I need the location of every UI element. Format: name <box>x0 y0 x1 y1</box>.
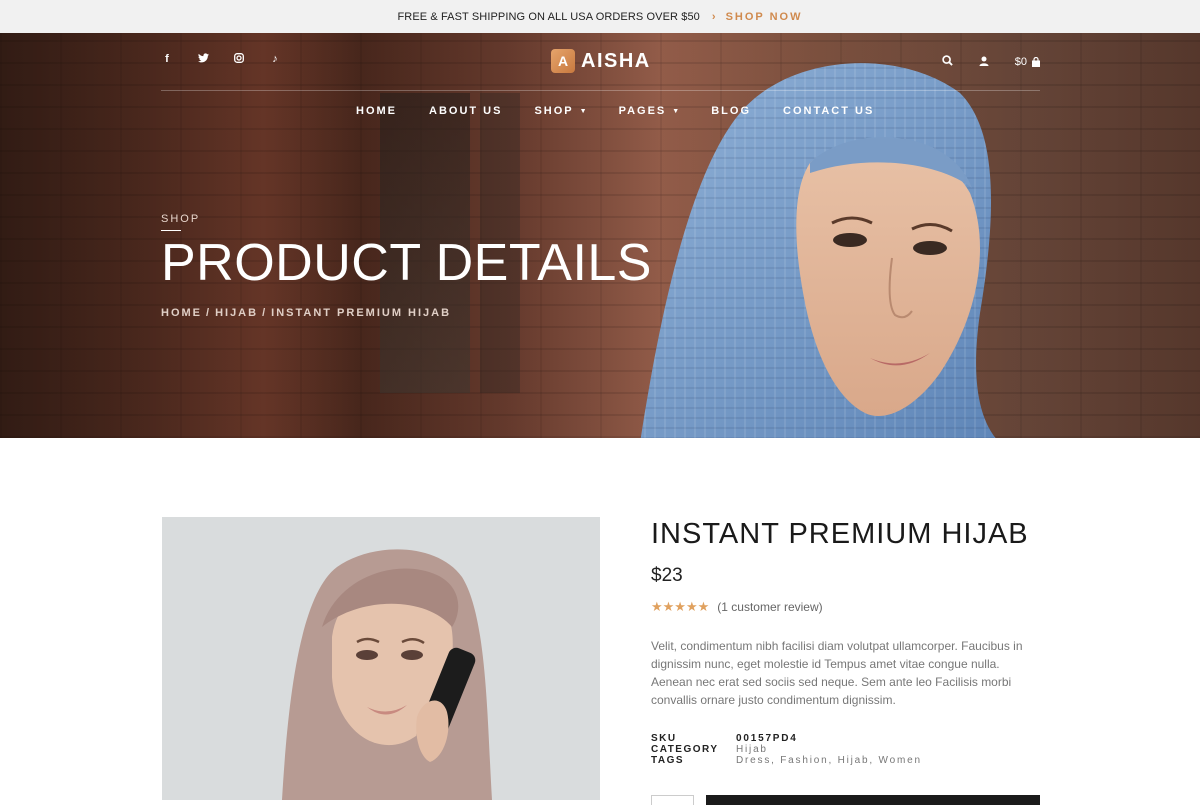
instagram-icon[interactable] <box>233 53 245 66</box>
category-label: CATEGORY <box>651 744 719 755</box>
bag-icon <box>1032 57 1040 67</box>
eyebrow-underline <box>161 230 181 231</box>
meta-tags-row: TAGS Dress, Fashion, Hijab, Women <box>651 755 1040 766</box>
tags-label: TAGS <box>651 755 685 766</box>
nav-blog[interactable]: BLOG <box>711 105 751 117</box>
product-rating: ★★★★★ (1 customer review) <box>651 599 1040 615</box>
product-model-photo <box>162 517 600 800</box>
header-utilities: $0 <box>942 55 1040 69</box>
brand-logo[interactable]: A AISHA <box>551 49 651 73</box>
cart-button[interactable]: $0 <box>1015 56 1040 68</box>
shop-now-link[interactable]: › SHOP NOW <box>712 11 803 23</box>
nav-pages[interactable]: PAGES ▼ <box>619 105 680 117</box>
nav-home[interactable]: HOME <box>356 105 397 117</box>
social-links: f ♪ <box>161 53 281 66</box>
logo-mark: A <box>551 49 575 73</box>
meta-sku-row: SKU 00157PD4 <box>651 733 1040 744</box>
site-header: f ♪ A AISHA $0 HOME ABOUT US SHOP ▼ PAGE… <box>161 33 1040 143</box>
star-rating-icon: ★★★★★ <box>651 599 710 614</box>
twitter-icon[interactable] <box>197 53 209 66</box>
caret-down-icon: ▼ <box>672 107 680 115</box>
shop-now-label: SHOP NOW <box>725 10 803 23</box>
product-description: Velit, condimentum nibh facilisi diam vo… <box>651 639 1023 707</box>
main-navigation: HOME ABOUT US SHOP ▼ PAGES ▼ BLOG CONTACT … <box>356 105 874 117</box>
add-to-cart-button[interactable] <box>706 795 1040 805</box>
product-image[interactable] <box>162 517 600 800</box>
breadcrumb-separator: / <box>262 307 268 319</box>
cart-total: $0 <box>1014 56 1027 68</box>
meta-category-row: CATEGORY Hijab <box>651 744 1040 755</box>
tiktok-icon[interactable]: ♪ <box>269 53 281 66</box>
hero-eyebrow: SHOP <box>161 213 201 225</box>
brand-name: AISHA <box>581 49 651 72</box>
breadcrumb-current: INSTANT PREMIUM HIJAB <box>271 307 452 319</box>
product-meta: SKU 00157PD4 CATEGORY Hijab TAGS Dress, … <box>651 733 1040 766</box>
nav-about-us[interactable]: ABOUT US <box>429 105 502 117</box>
hero-text: SHOP PRODUCT DETAILS HOME / HIJAB / INST… <box>161 213 652 319</box>
breadcrumb-home[interactable]: HOME <box>161 307 202 319</box>
sku-value: 00157PD4 <box>736 733 798 744</box>
category-link[interactable]: Hijab <box>736 744 768 755</box>
caret-down-icon: ▼ <box>579 107 587 115</box>
breadcrumb: HOME / HIJAB / INSTANT PREMIUM HIJAB <box>161 307 652 319</box>
announcement-bar: FREE & FAST SHIPPING ON ALL USA ORDERS O… <box>0 0 1200 33</box>
product-summary: INSTANT PREMIUM HIJAB $23 ★★★★★ (1 custo… <box>651 517 1040 766</box>
sku-label: SKU <box>651 733 677 744</box>
header-divider <box>161 90 1040 91</box>
nav-contact-us[interactable]: CONTACT US <box>783 105 874 117</box>
hero-banner: f ♪ A AISHA $0 HOME ABOUT US SHOP ▼ PAGE… <box>0 33 1200 438</box>
facebook-icon[interactable]: f <box>161 53 173 66</box>
quantity-input[interactable] <box>651 795 694 805</box>
review-link[interactable]: (1 customer review) <box>717 600 822 614</box>
account-icon[interactable] <box>979 56 989 69</box>
product-title: INSTANT PREMIUM HIJAB <box>651 518 1029 550</box>
announcement-message: FREE & FAST SHIPPING ON ALL USA ORDERS O… <box>397 10 700 23</box>
tags-list[interactable]: Dress, Fashion, Hijab, Women <box>736 755 922 766</box>
page-title: PRODUCT DETAILS <box>161 234 652 292</box>
chevron-right-icon: › <box>711 10 718 23</box>
nav-shop[interactable]: SHOP ▼ <box>534 105 586 117</box>
search-icon[interactable] <box>942 55 953 69</box>
breadcrumb-hijab[interactable]: HIJAB <box>215 307 258 319</box>
product-price: $23 <box>651 565 683 586</box>
breadcrumb-separator: / <box>206 307 212 319</box>
